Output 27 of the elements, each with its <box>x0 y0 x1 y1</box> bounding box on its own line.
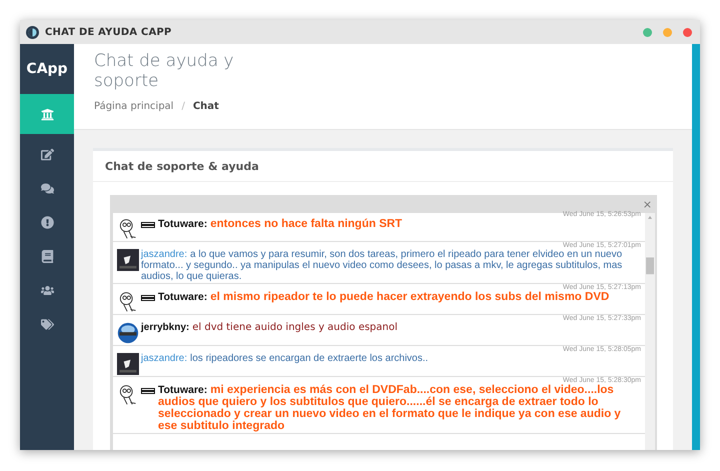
breadcrumb-item: Chat <box>192 101 219 112</box>
message-text: jaszandre: los ripeadores se encargan de extraerte los archivos.. <box>141 353 430 364</box>
users-icon <box>40 284 54 296</box>
speech-bubbles-icon <box>40 182 54 194</box>
edit-icon <box>40 148 54 160</box>
message-text: Totuware: mi experiencia es más con el DVDFab....con ese, selecciono el video....los audios que quiero y los subtitulos que quiero......él se encarga de extraer todo lo seleccionado y crear un nuevo video en el formato que le indique ya con ese audio y ese subtitulo integrado <box>158 384 622 432</box>
alert-icon <box>40 216 54 228</box>
scrollbar[interactable] <box>645 213 655 450</box>
dark-avatar <box>117 249 139 271</box>
dark-avatar <box>117 353 139 375</box>
sphere-avatar <box>117 322 139 344</box>
tags-icon <box>40 318 54 330</box>
breadcrumb-separator: / <box>182 101 185 112</box>
window-title: CHAT DE AYUDA CAPP <box>45 26 172 38</box>
message-text: jaszandre: a lo que vamos y para resumir, son dos tareas, primero el ripeado para tener elvideo en un nuevo formato... y segundo.. ya manipulas el nuevo video como desees, lo pasas a mkv, le agregas subtitulos, mas audios, lo que quieras. <box>141 249 624 282</box>
message-text: Totuware: entonces no hace falta ningún SRT <box>158 218 404 230</box>
book-icon <box>40 250 54 262</box>
bank-icon <box>40 108 54 120</box>
message-text: Totuware: el mismo ripeador te lo puede hacer extrayendo los subs del mismo DVD <box>158 291 610 303</box>
page-title: Chat de ayuda y soporte <box>94 51 235 91</box>
close-button[interactable]: × <box>642 198 652 210</box>
message-text: jerrybkny: el dvd tiene auido ingles y audio espanol <box>141 322 399 333</box>
close-icon[interactable] <box>683 28 692 36</box>
logo-icon <box>26 26 39 38</box>
card-title: Chat de soporte & ayuda <box>93 151 673 182</box>
brand-logo: CApp <box>25 60 69 79</box>
breadcrumb-item[interactable]: Página principal <box>94 101 174 112</box>
